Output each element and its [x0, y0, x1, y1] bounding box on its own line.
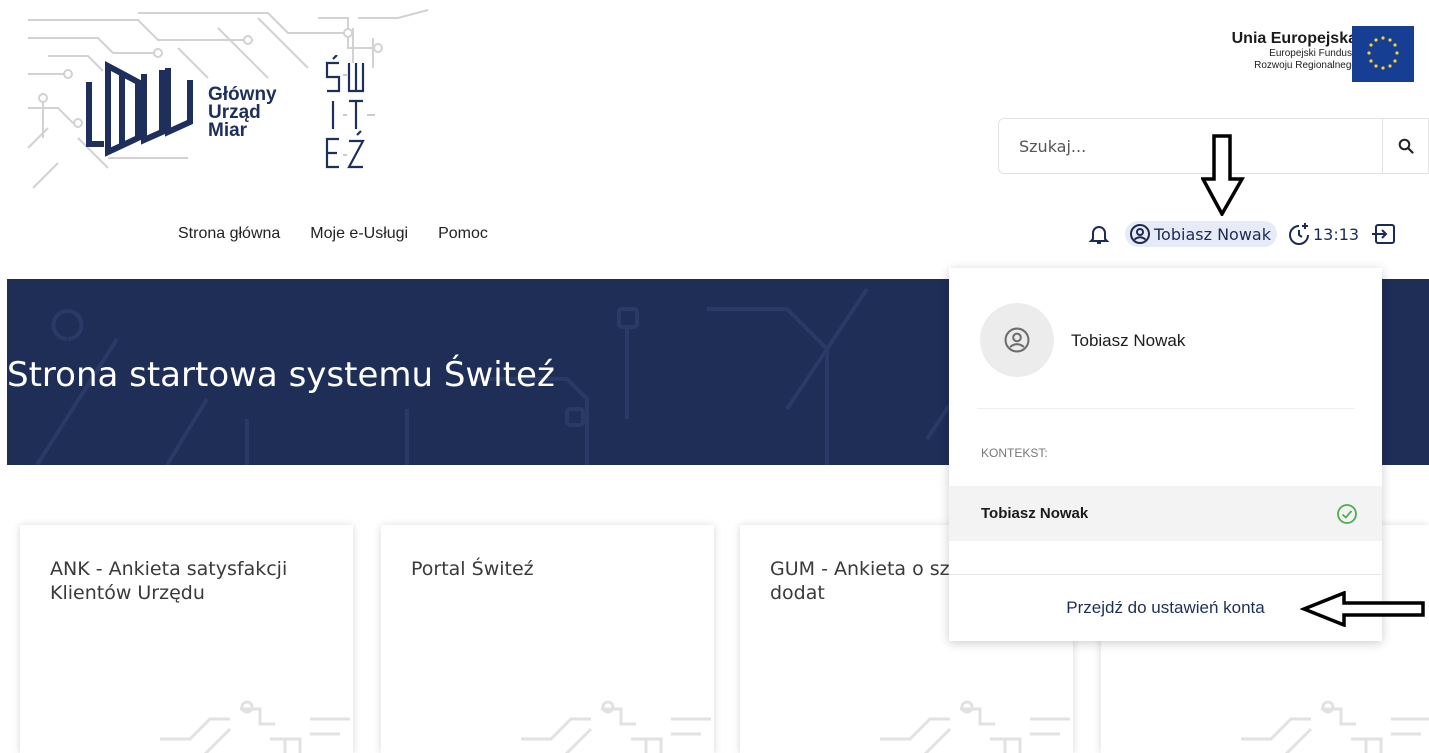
user-menu-button[interactable]: Tobiasz Nowak — [1125, 221, 1277, 247]
context-item-label: Tobiasz Nowak — [981, 505, 1089, 522]
eu-flag-icon — [1352, 26, 1414, 82]
user-circle-icon — [1004, 327, 1030, 353]
search-button[interactable] — [1382, 119, 1428, 173]
left-arrow-annotation — [1300, 591, 1425, 627]
context-item-tobiasz-nowak[interactable]: Tobiasz Nowak — [949, 486, 1382, 541]
user-dropdown-menu: Tobiasz Nowak KONTEKST: Tobiasz Nowak Pr… — [949, 268, 1382, 641]
eu-funding-label: Unia Europejska Europejski Fundusz Rozwo… — [1231, 30, 1357, 71]
session-time-label: 13:13 — [1312, 224, 1360, 244]
card-watermark-icon — [521, 700, 711, 753]
switez-logo — [325, 55, 375, 169]
main-nav: Strona główna Moje e-Usługi Pomoc — [178, 225, 488, 243]
user-name-label: Tobiasz Nowak — [1154, 224, 1271, 244]
page-title: Strona startowa systemu Świteź — [7, 355, 555, 395]
card-title: ANK - Ankieta satysfakcji Klientów Urzęd… — [50, 558, 288, 604]
service-card-portal[interactable]: Portal Świteź — [381, 525, 714, 753]
card-title: Portal Świteź — [411, 558, 534, 580]
bell-icon[interactable] — [1087, 222, 1111, 246]
card-watermark-icon — [160, 700, 350, 753]
service-card-ank[interactable]: ANK - Ankieta satysfakcji Klientów Urzęd… — [20, 525, 353, 753]
card-watermark-icon — [1241, 700, 1429, 753]
gum-org-name: Główny Urząd Miar — [208, 84, 277, 141]
card-watermark-icon — [880, 700, 1070, 753]
divider — [977, 408, 1354, 409]
session-timer[interactable]: 13:13 — [1287, 222, 1359, 246]
timer-icon — [1289, 223, 1309, 245]
search-input[interactable] — [999, 136, 1382, 156]
logout-icon[interactable] — [1371, 222, 1397, 246]
context-label: KONTEKST: — [981, 446, 1048, 460]
gum-building-mark — [86, 61, 193, 157]
avatar — [980, 303, 1054, 377]
check-circle-icon — [1337, 503, 1357, 524]
divider — [949, 574, 1382, 575]
nav-item-my-services[interactable]: Moje e-Usługi — [310, 225, 408, 243]
gum-logo[interactable]: Główny Urząd Miar — [18, 8, 438, 198]
down-arrow-annotation — [1201, 134, 1245, 216]
search-icon — [1398, 138, 1414, 154]
nav-item-help[interactable]: Pomoc — [438, 225, 488, 243]
dropdown-user-name: Tobiasz Nowak — [1071, 331, 1186, 350]
nav-item-home[interactable]: Strona główna — [178, 225, 280, 243]
user-bar: Tobiasz Nowak 13:13 — [1087, 218, 1397, 250]
user-circle-icon — [1130, 224, 1150, 244]
